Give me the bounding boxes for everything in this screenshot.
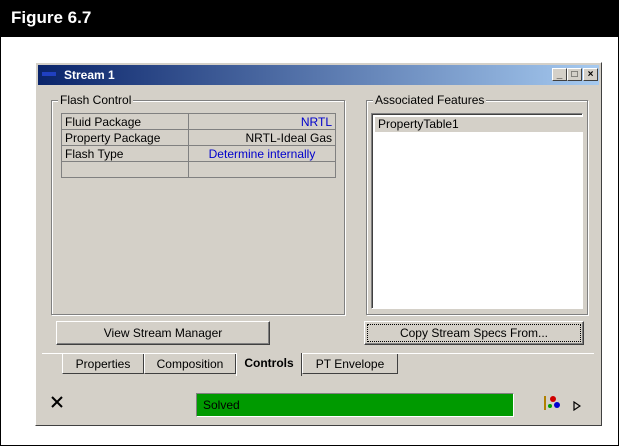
figure-header: Figure 6.7	[1, 1, 618, 37]
row-label	[61, 161, 189, 178]
table-row[interactable]	[61, 161, 336, 178]
flash-control-label: Flash Control	[58, 93, 134, 107]
list-item[interactable]: PropertyTable1	[375, 117, 583, 132]
property-package-value[interactable]: NRTL-Ideal Gas	[188, 129, 336, 146]
status-text: Solved	[203, 398, 240, 412]
play-arrow-icon[interactable]	[573, 401, 581, 411]
window-titlebar[interactable]: Stream 1 _ □ ×	[38, 65, 599, 85]
window-title: Stream 1	[64, 68, 115, 82]
window-system-icon[interactable]	[42, 67, 56, 81]
stream-window: Stream 1 _ □ × Flash Control Fluid Packa…	[35, 62, 602, 426]
copy-stream-specs-button[interactable]: Copy Stream Specs From...	[364, 321, 584, 345]
flash-control-group: Flash Control Fluid Package NRTL Propert…	[51, 93, 345, 315]
row-label: Fluid Package	[61, 113, 189, 130]
tab-composition[interactable]: Composition	[144, 354, 236, 374]
features-listbox[interactable]: PropertyTable1	[371, 113, 583, 309]
table-row[interactable]: Fluid Package NRTL	[61, 113, 336, 130]
maximize-button[interactable]: □	[567, 68, 582, 81]
table-row[interactable]: Flash Type Determine internally	[61, 145, 336, 162]
tab-pt-envelope[interactable]: PT Envelope	[302, 354, 398, 374]
flash-type-dropdown[interactable]: Determine internally	[188, 145, 336, 162]
row-label: Flash Type	[61, 145, 189, 162]
fluid-package-value[interactable]: NRTL	[188, 113, 336, 130]
minimize-button[interactable]: _	[552, 68, 567, 81]
close-button[interactable]: ×	[583, 68, 598, 81]
table-row[interactable]: Property Package NRTL-Ideal Gas	[61, 129, 336, 146]
delete-x-icon[interactable]	[50, 395, 64, 409]
associated-features-group: Associated Features PropertyTable1	[366, 93, 588, 315]
object-inspect-icon[interactable]	[543, 395, 561, 411]
associated-features-label: Associated Features	[373, 93, 487, 107]
status-bar: Solved	[196, 393, 514, 417]
tab-controls[interactable]: Controls	[236, 353, 302, 376]
empty-cell[interactable]	[188, 161, 336, 178]
figure-title: Figure 6.7	[11, 8, 92, 27]
view-stream-manager-button[interactable]: View Stream Manager	[56, 321, 270, 345]
row-label: Property Package	[61, 129, 189, 146]
flash-control-table: Fluid Package NRTL Property Package NRTL…	[61, 113, 336, 178]
tab-properties[interactable]: Properties	[62, 354, 144, 374]
